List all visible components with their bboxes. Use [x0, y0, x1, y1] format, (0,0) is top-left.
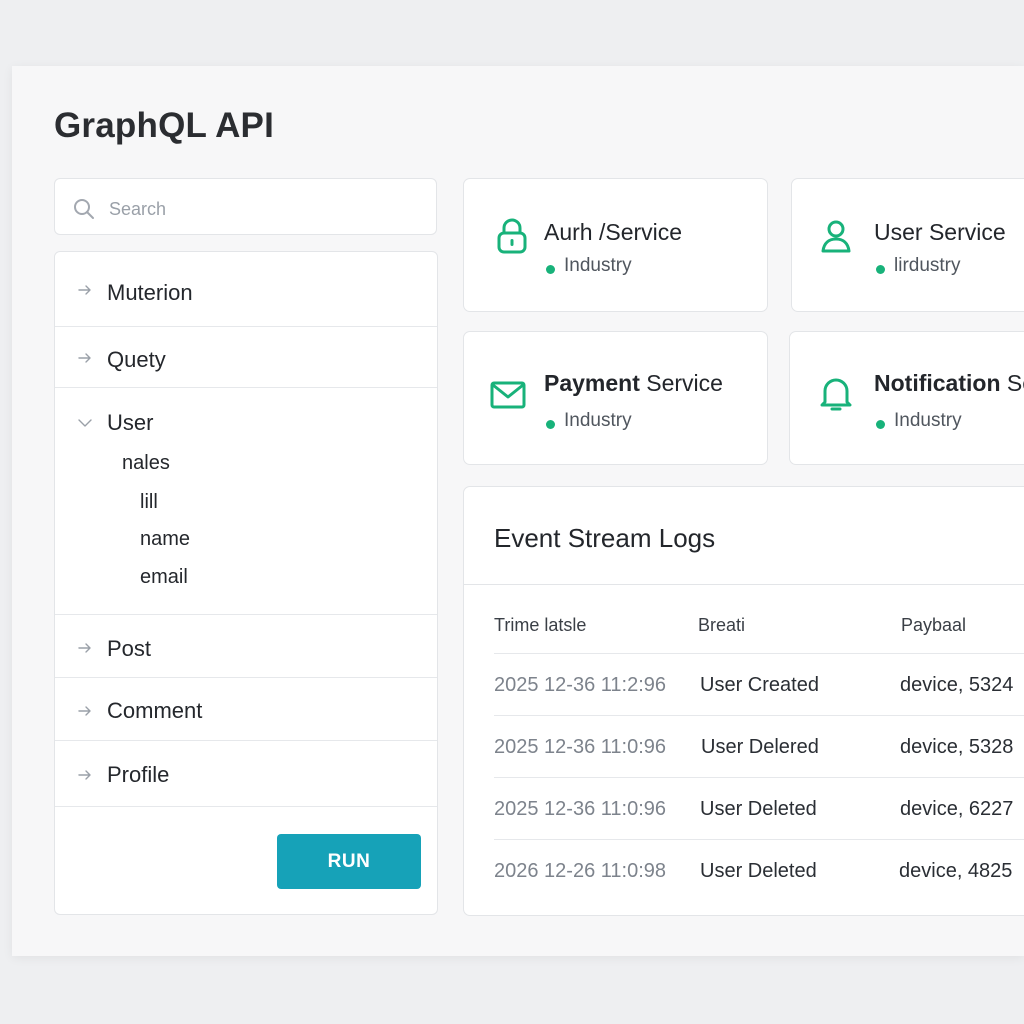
- status-dot: [876, 420, 885, 429]
- column-header-event[interactable]: Breati: [698, 615, 745, 636]
- log-event: User Deleted: [700, 860, 817, 882]
- service-card-payment[interactable]: Payment Service Industry: [463, 331, 768, 465]
- tree-item-profile[interactable]: Profile: [55, 741, 437, 807]
- service-card-user[interactable]: User Service lirdustry: [791, 178, 1024, 312]
- tree-item-post[interactable]: Post: [55, 615, 437, 678]
- service-tag: Industry: [564, 255, 632, 276]
- tree-field[interactable]: lill: [140, 491, 158, 514]
- service-tag: lirdustry: [894, 255, 961, 276]
- user-icon: [821, 220, 851, 253]
- service-name: Notification Service: [874, 370, 1024, 396]
- table-row[interactable]: 2025 12-36 11:2:96 User Created device, …: [494, 653, 1024, 716]
- service-name: Aurh /Service: [544, 219, 683, 245]
- service-tag: Industry: [564, 410, 632, 431]
- chevron-down-icon: [78, 419, 92, 427]
- tree-item-label: User: [107, 410, 154, 435]
- column-header-payload[interactable]: Paybaal: [901, 615, 966, 636]
- status-dot: [546, 265, 555, 274]
- run-button[interactable]: RUN: [277, 834, 421, 889]
- service-card-auth[interactable]: Aurh /Service Industry: [463, 178, 768, 312]
- arrow-right-icon: [78, 285, 91, 295]
- service-tag: Industry: [894, 410, 962, 431]
- arrow-right-icon: [78, 353, 91, 363]
- log-time: 2026 12-26 11:0:98: [494, 860, 667, 882]
- schema-tree: Muterion Quety User nales lill name emai…: [54, 251, 438, 915]
- tree-subgroup-label[interactable]: nales: [122, 452, 170, 475]
- arrow-right-icon: [78, 770, 91, 780]
- tree-item-comment[interactable]: Comment: [55, 678, 437, 741]
- tree-item-label: Quety: [107, 347, 166, 372]
- event-stream-logs-panel: Event Stream Logs Trime latsle Breati Pa…: [463, 486, 1024, 916]
- log-payload: device, 5324: [900, 674, 1014, 696]
- log-time: 2025 12-36 11:0:96: [494, 736, 667, 758]
- table-row[interactable]: 2025 12-36 11:0:96 User Delered device, …: [494, 715, 1024, 778]
- service-name: Payment Service: [544, 370, 723, 396]
- log-time: 2025 12-36 11:0:96: [494, 798, 667, 820]
- divider: [464, 584, 1024, 585]
- logs-title: Event Stream Logs: [494, 523, 716, 553]
- table-row[interactable]: 2025 12-36 11:0:96 User Deleted device, …: [494, 777, 1024, 840]
- tree-item-label: Post: [107, 636, 152, 661]
- bell-icon: [820, 378, 852, 411]
- arrow-right-icon: [78, 706, 91, 716]
- tree-item-query[interactable]: Quety: [55, 327, 437, 388]
- log-event: User Created: [700, 674, 819, 696]
- tree-field[interactable]: name: [140, 528, 190, 551]
- log-payload: device, 6227: [900, 798, 1014, 820]
- service-card-notification[interactable]: Notification Service Industry: [789, 331, 1024, 465]
- tree-item-user[interactable]: User nales lill name email: [55, 388, 437, 615]
- status-dot: [546, 420, 555, 429]
- app-window: GraphQL API Muterion Quety User nale: [12, 66, 1024, 956]
- mail-icon: [490, 381, 526, 409]
- log-event: User Deleted: [700, 798, 817, 820]
- log-payload: device, 5328: [900, 736, 1014, 758]
- table-row[interactable]: 2026 12-26 11:0:98 User Deleted device, …: [494, 839, 1024, 902]
- search-icon: [74, 199, 94, 219]
- log-event: User Delered: [701, 736, 819, 758]
- tree-item-mutation[interactable]: Muterion: [55, 252, 437, 327]
- tree-item-label: Muterion: [107, 280, 193, 305]
- service-name: User Service: [874, 219, 1006, 245]
- lock-icon: [497, 218, 527, 254]
- search-input[interactable]: [107, 195, 411, 223]
- status-dot: [876, 265, 885, 274]
- tree-field[interactable]: email: [140, 566, 188, 589]
- column-header-time[interactable]: Trime latsle: [494, 615, 586, 636]
- tree-item-label: Comment: [107, 698, 203, 723]
- search-box[interactable]: [54, 178, 437, 235]
- log-time: 2025 12-36 11:2:96: [494, 674, 667, 696]
- tree-item-label: Profile: [107, 762, 170, 787]
- page-title: GraphQL API: [54, 106, 275, 145]
- arrow-right-icon: [78, 643, 91, 653]
- log-payload: device, 4825: [899, 860, 1013, 882]
